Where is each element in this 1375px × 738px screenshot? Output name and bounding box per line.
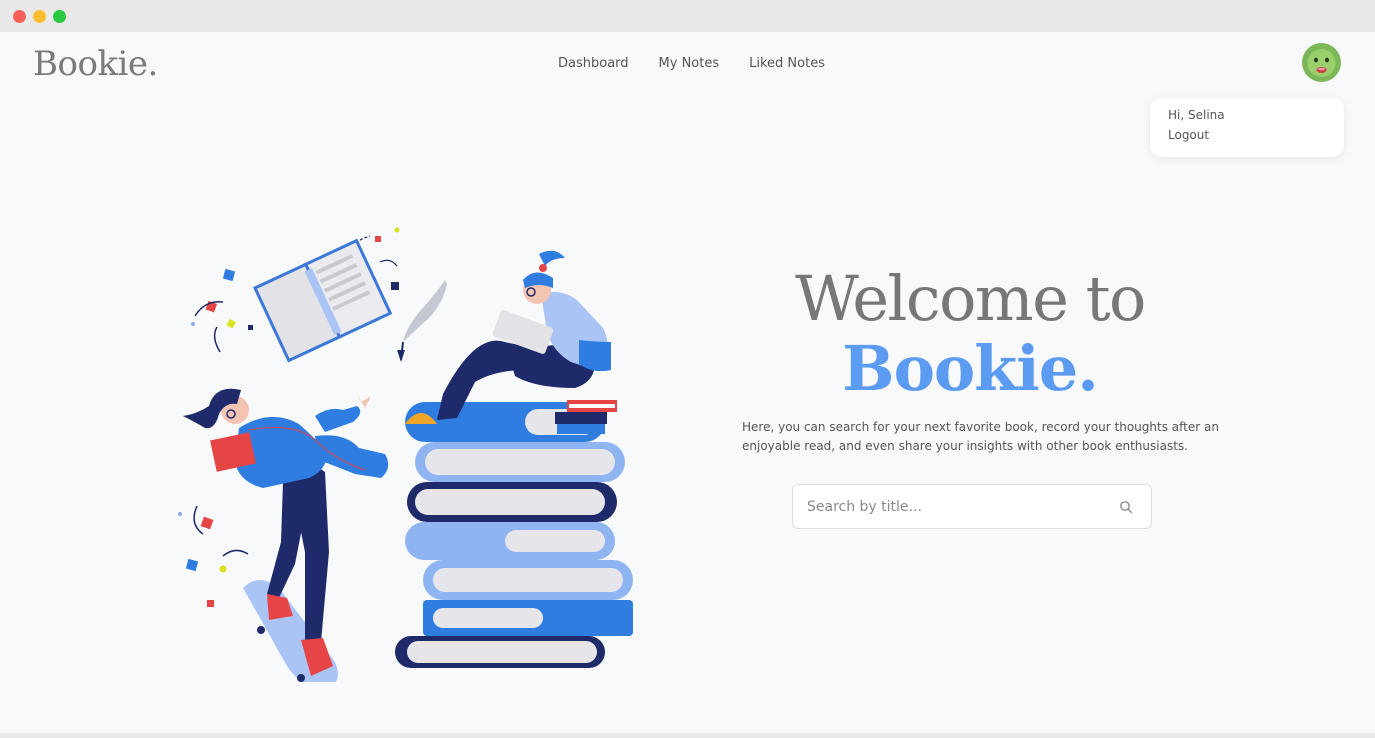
maximize-window-button[interactable]	[53, 10, 66, 23]
book-stack	[395, 400, 633, 668]
user-dropdown-menu: Hi, Selina Logout	[1150, 98, 1344, 157]
search-box	[792, 484, 1152, 529]
main-nav: Dashboard My Notes Liked Notes	[558, 56, 825, 71]
logout-link[interactable]: Logout	[1168, 128, 1326, 142]
reading-illustration	[175, 192, 645, 688]
search-icon[interactable]	[1119, 500, 1133, 514]
search-input[interactable]	[807, 485, 1107, 528]
skateboard-reader-figure	[183, 388, 389, 688]
nav-item-my-notes[interactable]: My Notes	[659, 56, 720, 71]
feather-decoration	[397, 280, 447, 362]
hero-title-brand: Bookie.	[842, 332, 1099, 405]
minimize-window-button[interactable]	[33, 10, 46, 23]
hero-title-line1: Welcome to	[795, 262, 1146, 335]
nav-item-dashboard[interactable]: Dashboard	[558, 56, 629, 71]
nav-item-liked-notes[interactable]: Liked Notes	[749, 56, 825, 71]
window-titlebar	[0, 0, 1375, 32]
close-window-button[interactable]	[13, 10, 26, 23]
sitting-reader-figure	[405, 250, 611, 424]
app-logo[interactable]: Bookie.	[33, 44, 158, 84]
page: Bookie. Dashboard My Notes Liked Notes H…	[0, 32, 1375, 733]
flying-book	[253, 238, 393, 363]
user-greeting: Hi, Selina	[1168, 108, 1225, 122]
user-avatar[interactable]	[1302, 43, 1341, 82]
hero-description: Here, you can search for your next favor…	[742, 420, 1219, 453]
